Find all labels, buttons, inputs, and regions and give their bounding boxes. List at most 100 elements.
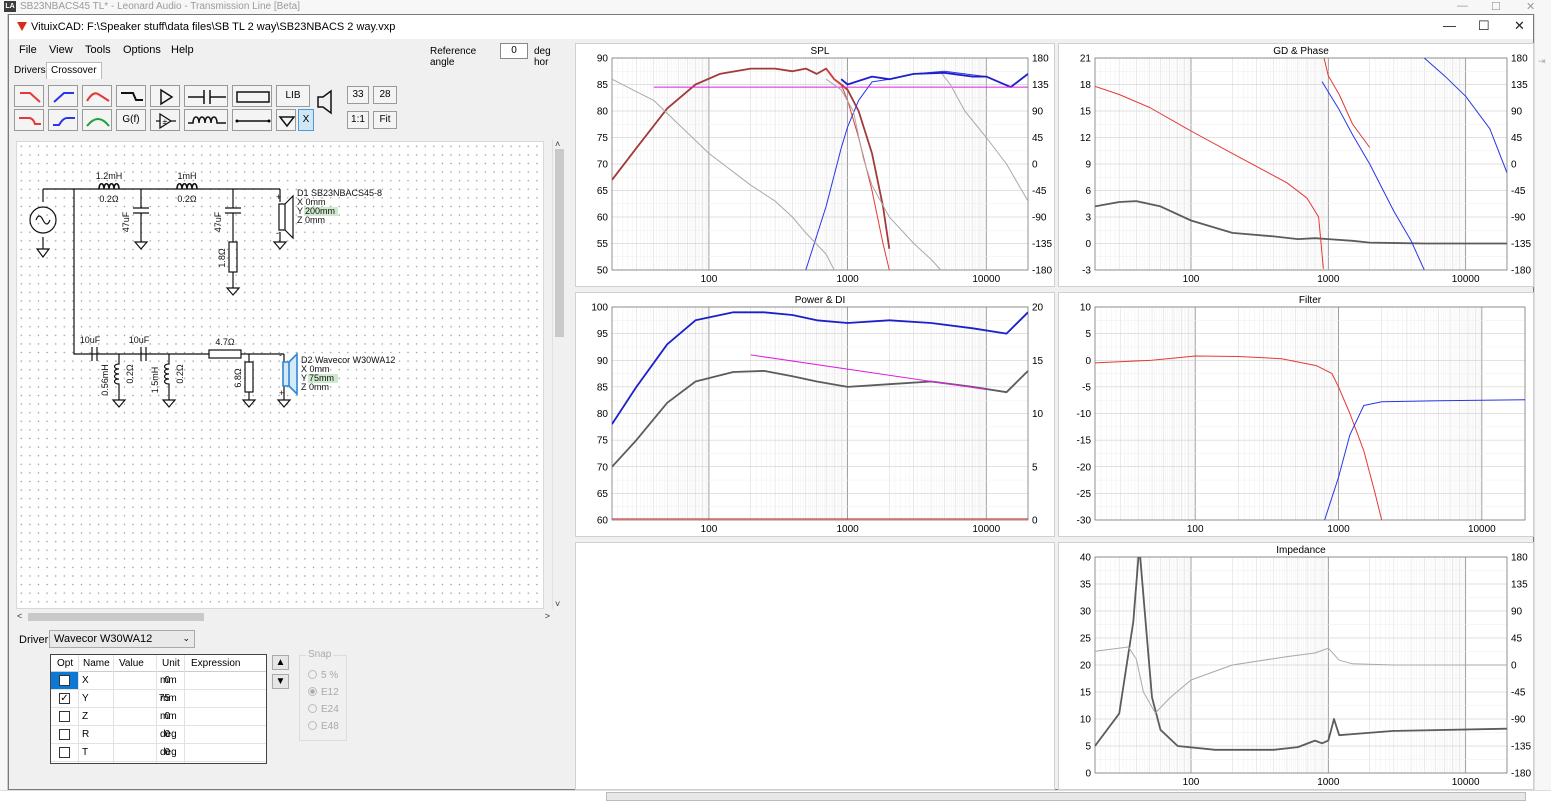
outer-minimize-button[interactable]: — (1457, 0, 1468, 12)
buffer-button[interactable] (150, 85, 180, 107)
lowpass-step-button[interactable] (116, 85, 146, 107)
menu-file[interactable]: File (19, 44, 37, 56)
row-name: Z (82, 711, 89, 722)
x-tick-label: 1000 (1327, 524, 1350, 535)
scroll-down-icon[interactable]: ˅ (555, 599, 560, 609)
maximize-button[interactable]: ☐ (1478, 18, 1490, 34)
y2-tick-label: -180 (1511, 266, 1531, 277)
speaker-button[interactable] (314, 89, 338, 115)
bandpass-red-button[interactable] (82, 85, 112, 107)
snap-option-5pct[interactable]: 5 % (308, 670, 338, 681)
zoom-fit-button[interactable]: Fit (373, 111, 397, 129)
zoom-a-value[interactable]: 33 (347, 86, 369, 104)
window-title: VituixCAD: F:\Speaker stuff\data files\S… (31, 21, 396, 33)
tab-crossover[interactable]: Crossover (46, 62, 102, 79)
y-tick-label: 10 (1080, 303, 1092, 314)
gf-button[interactable]: G(f) (116, 109, 146, 131)
table-row[interactable]: R 0 deg (51, 726, 266, 744)
table-row[interactable]: Z 0 mm (51, 708, 266, 726)
radio-icon (308, 670, 317, 679)
y-tick-label: 0 (1085, 769, 1091, 780)
optimize-checkbox[interactable] (59, 747, 70, 758)
lowpass-red-2-button[interactable] (14, 109, 44, 131)
move-up-button[interactable]: ▲ (272, 655, 289, 670)
zoom-one-to-one-button[interactable]: 1:1 (347, 111, 369, 129)
resistor-button[interactable] (232, 85, 272, 107)
filter-chart-panel[interactable]: 10 5 0 -5 -10 -15 -20 -25 -30 100 1000 10000 Filter (1058, 292, 1534, 537)
vertical-scroll-thumb[interactable] (555, 149, 564, 337)
schematic-canvas[interactable]: 1.2mH 0.2Ω 1mH 0.2Ω 47uF 47uF 1.8Ω + - D… (16, 141, 544, 609)
horizontal-scroll-thumb[interactable] (28, 613, 204, 621)
inductor-button[interactable] (184, 109, 228, 131)
menu-options[interactable]: Options (123, 44, 161, 56)
capacitor-button[interactable] (184, 85, 228, 107)
y-tick-label: 18 (1080, 80, 1092, 91)
series-line (612, 311, 1028, 425)
delete-button[interactable]: X (298, 109, 314, 131)
outer-close-button[interactable]: ✕ (1526, 0, 1535, 13)
chevron-down-icon: ⌄ (182, 633, 190, 643)
wire-button[interactable] (232, 109, 272, 131)
inverter-button[interactable]: ± (150, 109, 180, 131)
inverter-icon: ± (156, 112, 176, 130)
power-di-chart-panel[interactable]: 100 95 90 85 80 75 70 65 60 20 15 10 5 0 100 1000 10000 P… (575, 292, 1055, 537)
scroll-up-icon[interactable]: ˄ (555, 139, 560, 149)
d2-speaker-icon[interactable] (282, 352, 298, 396)
snap-option-e12[interactable]: E12 (308, 687, 339, 698)
optimize-checkbox[interactable] (59, 711, 70, 722)
snap-option-e24[interactable]: E24 (308, 704, 339, 715)
expand-icon[interactable]: ⇥ (1538, 56, 1546, 67)
snap-option-e48[interactable]: E48 (308, 721, 339, 732)
menu-tools[interactable]: Tools (85, 44, 111, 56)
reference-angle-input[interactable]: 0 (500, 43, 528, 59)
l4-inductor-icon (161, 354, 177, 408)
optimize-checkbox[interactable] (59, 675, 70, 686)
lowpass-red-button[interactable] (14, 85, 44, 107)
y2-tick-label: 180 (1511, 553, 1528, 564)
row-name: X (82, 675, 89, 686)
optimize-checkbox[interactable]: ✓ (59, 693, 70, 704)
spl-chart-panel[interactable]: 90 85 80 75 70 65 60 55 50 180 135 90 45 0 -45 -90 -135 -… (575, 43, 1055, 287)
menu-help[interactable]: Help (171, 44, 194, 56)
reference-angle-unit: deg hor (534, 46, 551, 68)
outer-horizontal-scrollbar[interactable] (606, 792, 1526, 801)
driver-dropdown[interactable]: Wavecor W30WA12 ⌄ (49, 630, 195, 648)
zoom-b-value[interactable]: 28 (373, 86, 397, 104)
schematic-vertical-scrollbar[interactable]: ˄ ˅ (552, 139, 565, 609)
minimize-button[interactable]: — (1443, 18, 1456, 33)
y-tick-label: 10 (1080, 715, 1092, 726)
highpass-blue-button[interactable] (48, 85, 78, 107)
close-button[interactable]: ✕ (1514, 18, 1525, 34)
scroll-left-icon[interactable]: < (17, 611, 22, 621)
row-unit: deg (160, 729, 177, 740)
menu-view[interactable]: View (49, 44, 73, 56)
bandpass-green-button[interactable] (82, 109, 112, 131)
y-tick-label: -10 (1077, 409, 1092, 420)
table-row[interactable]: X 0 mm (51, 672, 266, 690)
series-line (825, 78, 942, 270)
schematic-horizontal-scrollbar[interactable]: < > (16, 611, 552, 623)
outer-window-titlebar: LA SB23NBACS45 TL* - Leonard Audio - Tra… (0, 0, 1551, 14)
x-tick-label: 1000 (836, 524, 859, 535)
gd-phase-chart-panel[interactable]: 21 18 15 12 9 6 3 0 -3 180 135 90 45 0 -45 -90 -135 -180 1… (1058, 43, 1534, 287)
y2-tick-label: -90 (1511, 213, 1526, 224)
ground-button[interactable] (276, 109, 296, 131)
impedance-chart-panel[interactable]: 40 35 30 25 20 15 10 5 0 180 135 90 45 0 -45 -90 -135 -18… (1058, 542, 1534, 790)
move-down-button[interactable]: ▼ (272, 674, 289, 689)
optimize-checkbox[interactable] (59, 729, 70, 740)
table-row[interactable]: ✓ Y 75 mm (51, 690, 266, 708)
l4-resistance-label: 0.2Ω (175, 364, 185, 384)
table-row[interactable]: T 0 deg (51, 744, 266, 762)
x-tick-label: 100 (701, 274, 718, 285)
tab-drivers[interactable]: Drivers (9, 62, 51, 79)
scroll-right-icon[interactable]: > (545, 611, 550, 621)
highpass-blue-2-button[interactable] (48, 109, 78, 131)
window-titlebar: VituixCAD: F:\Speaker stuff\data files\S… (9, 15, 1533, 39)
empty-chart-panel (575, 542, 1055, 790)
l1-inductor-icon (98, 182, 120, 190)
library-button[interactable]: LIB (276, 85, 310, 107)
y2-tick-label: 0 (1032, 516, 1038, 527)
y-tick-label: -5 (1082, 382, 1091, 393)
d2-z: Z 0mm (301, 382, 329, 392)
outer-maximize-button[interactable]: ☐ (1491, 0, 1501, 13)
